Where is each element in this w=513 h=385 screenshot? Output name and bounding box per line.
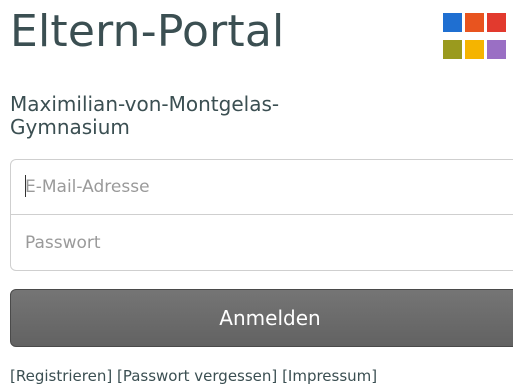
forgot-password-link[interactable]: [Passwort vergessen]: [117, 367, 277, 385]
login-button[interactable]: Anmelden: [10, 289, 513, 347]
footer-links: [Registrieren] [Passwort vergessen] [Imp…: [10, 366, 377, 385]
password-field[interactable]: [10, 215, 513, 271]
email-field[interactable]: [10, 159, 513, 215]
imprint-link[interactable]: [Impressum]: [282, 367, 377, 385]
text-cursor: [25, 175, 26, 197]
portal-logo: [443, 13, 513, 61]
register-link[interactable]: [Registrieren]: [10, 367, 112, 385]
school-name: Maximilian-von-Montgelas-Gymnasium: [10, 92, 280, 139]
logo-square: [465, 13, 484, 32]
logo-square: [465, 40, 484, 59]
logo-square: [443, 13, 462, 32]
logo-square: [487, 40, 506, 59]
logo-square: [487, 13, 506, 32]
logo-square: [443, 40, 462, 59]
app-title: Eltern-Portal: [10, 6, 285, 57]
login-page: Eltern-Portal Maximilian-von-Montgelas-G…: [0, 0, 513, 385]
